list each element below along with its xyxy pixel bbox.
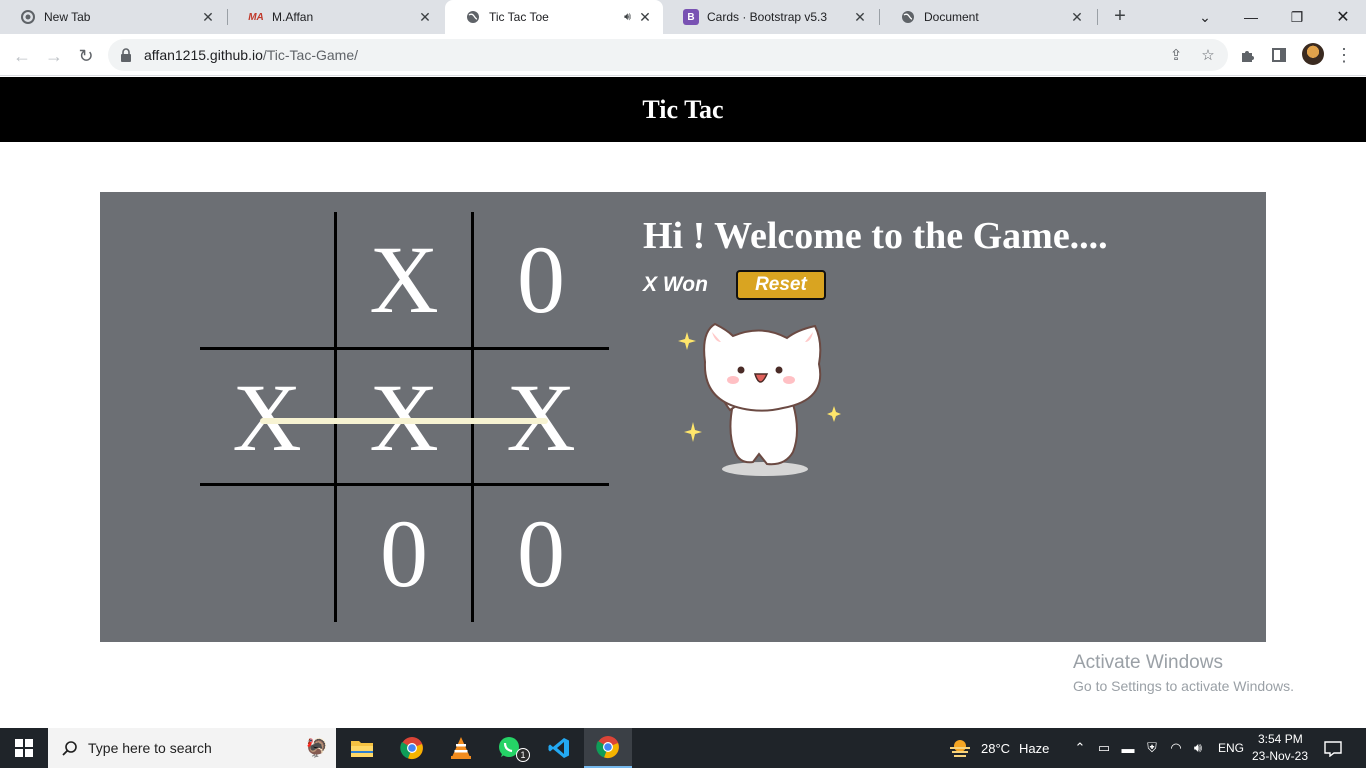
url-host: affan1215.github.io — [144, 47, 263, 63]
globe-icon — [900, 9, 916, 25]
ma-logo-icon: MA — [248, 11, 264, 23]
clock-date[interactable]: 23-Nov-23 — [1252, 749, 1308, 763]
tab-m-affan[interactable]: MA M.Affan ✕ — [228, 0, 443, 34]
globe-icon — [465, 9, 481, 25]
profile-avatar[interactable] — [1302, 43, 1324, 65]
site-header: Tic Tac — [0, 77, 1366, 142]
windows-logo-icon — [15, 739, 33, 757]
close-icon[interactable]: ✕ — [417, 9, 433, 25]
board-cell-7[interactable] — [199, 486, 335, 622]
extensions-puzzle-icon[interactable] — [1234, 42, 1260, 68]
activate-windows-watermark: Activate Windows Go to Settings to activ… — [1073, 652, 1294, 694]
weather-temperature[interactable]: 28°C — [981, 741, 1010, 756]
close-icon[interactable]: ✕ — [200, 9, 216, 25]
tab-bootstrap-cards[interactable]: B Cards · Bootstrap v5.3 ✕ — [663, 0, 878, 34]
board-cell-8[interactable]: 0 — [336, 486, 472, 622]
tab-title: Tic Tac Toe — [489, 10, 549, 24]
chrome-icon — [596, 736, 619, 759]
restore-button[interactable]: ❐ — [1274, 0, 1320, 34]
watermark-subtitle: Go to Settings to activate Windows. — [1073, 678, 1294, 694]
vscode-icon — [548, 738, 569, 758]
notification-center-icon[interactable] — [1324, 740, 1342, 758]
chrome-icon — [400, 737, 423, 760]
close-icon[interactable]: ✕ — [852, 9, 868, 25]
new-tab-button[interactable]: + — [1108, 5, 1132, 29]
vscode-app[interactable] — [535, 728, 583, 768]
file-explorer-app[interactable] — [338, 728, 386, 768]
language-indicator[interactable]: ENG — [1218, 741, 1244, 755]
vlc-icon — [451, 737, 471, 759]
weather-description[interactable]: Haze — [1019, 741, 1049, 756]
board-cell-1[interactable] — [199, 212, 335, 348]
winning-line — [260, 418, 548, 424]
status-row: X Won Reset — [643, 270, 826, 300]
side-panel-icon[interactable] — [1266, 42, 1292, 68]
tab-title: New Tab — [44, 10, 91, 24]
tab-new-tab[interactable]: New Tab ✕ — [0, 0, 226, 34]
vlc-app[interactable] — [437, 728, 485, 768]
watermark-title: Activate Windows — [1073, 652, 1223, 673]
site-title: Tic Tac — [642, 94, 724, 124]
share-icon[interactable]: ⇪ — [1163, 42, 1189, 68]
meet-now-icon[interactable]: ▭ — [1096, 740, 1112, 756]
tab-title: M.Affan — [272, 10, 314, 24]
speaker-icon[interactable]: 🔊︎ — [624, 11, 631, 24]
tab-separator — [1097, 9, 1098, 25]
tab-search-chevron-icon[interactable]: ⌄ — [1182, 0, 1228, 34]
folder-icon — [351, 741, 373, 757]
chrome-icon — [20, 9, 36, 25]
board-cell-2[interactable]: X — [336, 212, 472, 348]
battery-icon[interactable]: ▬ — [1120, 740, 1136, 756]
game-panel: X 0 X X X 0 0 Hi ! Welcome to the Game..… — [100, 192, 1266, 642]
search-icon — [62, 741, 77, 756]
menu-kebab-icon[interactable]: ⋮ — [1331, 42, 1357, 68]
taskbar-search-box[interactable]: Type here to search 🦃 — [48, 728, 336, 768]
chrome-app[interactable] — [388, 728, 436, 768]
celebration-cat-image — [678, 322, 841, 476]
windows-start-button[interactable] — [0, 728, 48, 768]
back-arrow-icon[interactable]: ← — [8, 42, 36, 70]
chevron-up-icon[interactable]: ⌃ — [1072, 740, 1088, 756]
tab-title: Cards · Bootstrap v5.3 — [707, 10, 828, 24]
whatsapp-badge: 1 — [516, 748, 530, 762]
minimize-button[interactable]: — — [1228, 0, 1274, 34]
reset-button[interactable]: Reset — [735, 270, 826, 300]
board-cell-3[interactable]: 0 — [473, 212, 609, 348]
volume-icon[interactable]: 🔊︎ — [1190, 740, 1206, 756]
welcome-heading: Hi ! Welcome to the Game.... — [643, 215, 1108, 257]
tab-strip: New Tab ✕ MA M.Affan ✕ Tic Tac Toe 🔊︎ ✕ … — [0, 0, 1366, 34]
close-icon[interactable]: ✕ — [1069, 9, 1085, 25]
taskbar: Type here to search 🦃 1 28°C Haze ⌃ ▭ ▬ … — [0, 728, 1366, 768]
whatsapp-app[interactable]: 1 — [486, 728, 534, 768]
bootstrap-icon: B — [683, 9, 699, 25]
tab-title: Document — [924, 10, 979, 24]
address-bar[interactable]: affan1215.github.io/Tic-Tac-Game/ — [108, 39, 1228, 71]
game-board: X 0 X X X 0 0 — [200, 212, 609, 622]
security-shield-icon[interactable]: ⛨ — [1144, 740, 1160, 756]
chrome-app-active[interactable] — [584, 728, 632, 768]
forward-arrow-icon[interactable]: → — [40, 42, 68, 70]
wifi-icon[interactable]: ◠ — [1168, 740, 1184, 756]
bookmark-star-icon[interactable]: ☆ — [1195, 42, 1221, 68]
lock-icon — [120, 48, 134, 62]
game-status-text: X Won — [643, 273, 708, 296]
weather-haze-icon[interactable] — [948, 738, 972, 758]
tab-tic-tac-toe[interactable]: Tic Tac Toe 🔊︎ ✕ — [445, 0, 663, 34]
clock-time[interactable]: 3:54 PM — [1258, 732, 1303, 746]
url-path: /Tic-Tac-Game/ — [262, 47, 359, 63]
board-cell-9[interactable]: 0 — [473, 486, 609, 622]
search-placeholder: Type here to search — [88, 740, 212, 756]
close-icon[interactable]: ✕ — [637, 9, 653, 25]
close-window-button[interactable]: ✕ — [1320, 0, 1366, 34]
thanksgiving-search-highlight-icon: 🦃 — [305, 737, 328, 758]
reload-icon[interactable]: ↻ — [72, 42, 100, 70]
browser-toolbar: ← → ↻ affan1215.github.io/Tic-Tac-Game/ … — [0, 34, 1366, 76]
tab-document[interactable]: Document ✕ — [880, 0, 1095, 34]
